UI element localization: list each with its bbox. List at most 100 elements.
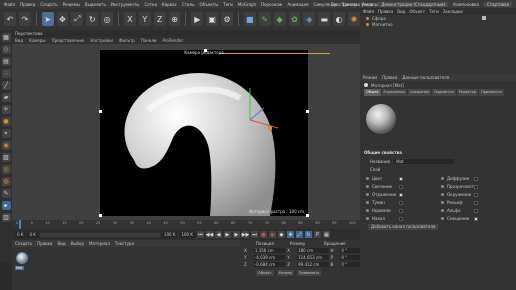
- tab-editor[interactable]: Редактор: [456, 89, 479, 96]
- anim-radio-icon[interactable]: [441, 201, 444, 204]
- solo-icon[interactable]: ●: [1, 117, 11, 126]
- light-icon[interactable]: ✺: [348, 12, 360, 26]
- menu-edit[interactable]: Правка: [20, 2, 35, 7]
- go-to-start-icon[interactable]: ⏮: [196, 231, 204, 238]
- object-row[interactable]: Магнитно: [360, 21, 516, 27]
- checkbox[interactable]: [474, 176, 478, 181]
- matmgr-menu-create[interactable]: Создать: [15, 241, 32, 246]
- max-frame-field[interactable]: 100 K: [179, 231, 195, 238]
- checkbox[interactable]: [474, 192, 478, 197]
- workplane-icon[interactable]: ◉: [1, 141, 11, 150]
- anim-radio-icon[interactable]: [441, 193, 444, 196]
- anim-radio-icon[interactable]: [441, 177, 444, 180]
- viewport-menu-filter[interactable]: Фильтр: [119, 38, 135, 43]
- scale-icon[interactable]: ⤢: [71, 12, 84, 26]
- tab-displacement[interactable]: Смещение: [407, 89, 432, 96]
- tab-basic[interactable]: Общее: [364, 89, 381, 96]
- objmgr-tab-bookmarks[interactable]: Закладки: [443, 9, 463, 14]
- menu-create[interactable]: Создать: [40, 2, 57, 7]
- polygons-mode-icon[interactable]: ▰: [1, 93, 11, 102]
- material-name[interactable]: Mat: [15, 266, 24, 270]
- current-frame-field[interactable]: 0 K: [15, 231, 26, 238]
- guides-icon[interactable]: ◎: [1, 165, 11, 174]
- channel-transparency[interactable]: Прозрачность: [441, 184, 516, 189]
- matmgr-menu-select[interactable]: Выбор: [71, 241, 84, 246]
- anim-radio-icon[interactable]: [441, 209, 444, 212]
- previous-key-icon[interactable]: ◀◀: [206, 231, 213, 238]
- size-z-field[interactable]: 99.412 cm: [297, 262, 329, 267]
- viewport-menu-options[interactable]: Настройки: [90, 38, 113, 43]
- channel-fog[interactable]: Туман: [366, 200, 441, 205]
- texture-mode-icon[interactable]: ▤: [1, 57, 11, 66]
- menu-select[interactable]: Выделить: [85, 2, 106, 7]
- objmgr-tab-file[interactable]: Файл: [363, 9, 374, 14]
- checkbox[interactable]: [399, 208, 403, 213]
- channel-reflectance[interactable]: Отражение: [366, 192, 441, 197]
- rotation-key-icon[interactable]: ↻: [304, 231, 312, 238]
- go-to-end-icon[interactable]: ⏭: [250, 231, 258, 238]
- autokey-icon[interactable]: ◉: [268, 231, 276, 238]
- menu-objects[interactable]: Объекты: [199, 2, 218, 7]
- floor-icon[interactable]: ▬: [318, 12, 331, 26]
- start-frame-field[interactable]: 0 K: [27, 231, 38, 238]
- viewport-menu-panel[interactable]: Панели: [141, 38, 157, 43]
- material-tag-icon[interactable]: [482, 16, 486, 20]
- viewport-solo-icon[interactable]: ▥: [1, 213, 11, 222]
- render-region-handle[interactable]: [99, 214, 102, 217]
- viewport-menu-prorender[interactable]: ProRender: [163, 38, 184, 43]
- checkbox[interactable]: [474, 200, 478, 205]
- end-frame-field[interactable]: 100 K: [161, 231, 178, 238]
- position-x-field[interactable]: 1.356 cm: [253, 248, 286, 253]
- channel-diffusion[interactable]: Диффузия: [441, 176, 516, 181]
- deformer-icon[interactable]: ◈: [303, 12, 316, 26]
- paint-icon[interactable]: ✎: [1, 189, 11, 198]
- matmgr-menu-material[interactable]: Материал: [89, 241, 110, 246]
- pen-icon[interactable]: ✎: [258, 12, 271, 26]
- channel-environment[interactable]: Окружение: [441, 192, 516, 197]
- next-key-icon[interactable]: ▶▶: [242, 231, 249, 238]
- channel-bump[interactable]: Рельеф: [441, 200, 516, 205]
- attr-menu-userdata[interactable]: Данные пользователя: [402, 75, 449, 80]
- checkbox[interactable]: [474, 216, 478, 221]
- channel-alpha[interactable]: Альфа: [441, 208, 516, 213]
- matmgr-menu-texture[interactable]: Текстура: [115, 241, 134, 246]
- anim-radio-icon[interactable]: [441, 185, 444, 188]
- menu-modes[interactable]: Режимы: [63, 2, 80, 7]
- checkbox[interactable]: [474, 184, 478, 189]
- rotate-icon[interactable]: ↻: [86, 12, 99, 26]
- apply-button[interactable]: Применить: [296, 270, 322, 276]
- bent-tube-object[interactable]: [100, 50, 308, 216]
- checkbox[interactable]: [399, 176, 403, 181]
- rotation-p-field[interactable]: 0 °: [340, 255, 360, 260]
- matmgr-menu-edit[interactable]: Правка: [37, 241, 52, 246]
- anim-radio-icon[interactable]: [366, 217, 369, 220]
- render-picture-viewer-icon[interactable]: ▣: [206, 12, 219, 26]
- menu-mograph[interactable]: MoGraph: [238, 2, 256, 7]
- menu-tools[interactable]: Инструменты: [111, 2, 140, 7]
- channel-normal[interactable]: Нормали: [366, 208, 441, 213]
- render-view-icon[interactable]: ▶: [191, 12, 204, 26]
- objmgr-tab-tags[interactable]: Теги: [429, 9, 439, 14]
- menu-animation[interactable]: Анимация: [287, 2, 308, 7]
- model-mode-icon[interactable]: ◇: [1, 45, 11, 54]
- viewport-menu-cameras[interactable]: Камеры: [29, 38, 45, 43]
- move-icon[interactable]: ✥: [56, 12, 69, 26]
- checkbox[interactable]: [474, 208, 478, 213]
- tab-reflectance[interactable]: Отражения: [381, 89, 407, 96]
- objmgr-tab-view[interactable]: Вид: [397, 9, 405, 14]
- record-icon[interactable]: ●: [259, 231, 267, 238]
- viewport-menu-view[interactable]: Вид: [15, 38, 23, 43]
- undo-icon[interactable]: ↶: [4, 12, 16, 26]
- anim-radio-icon[interactable]: [366, 201, 369, 204]
- checkbox[interactable]: [399, 216, 403, 221]
- position-y-field[interactable]: -4.039 cm: [253, 255, 286, 260]
- camera-icon[interactable]: ◐: [333, 12, 346, 26]
- x-axis-icon[interactable]: X: [123, 12, 136, 26]
- channel-glow[interactable]: Накал: [366, 216, 441, 221]
- z-axis-icon[interactable]: Z: [153, 12, 166, 26]
- next-frame-icon[interactable]: ▶: [232, 231, 240, 238]
- redo-icon[interactable]: ↷: [18, 12, 31, 26]
- add-custom-channel-button[interactable]: Добавить канал пользователя: [368, 224, 439, 230]
- viewport-canvas[interactable]: Камера редактора Интервал растра: 100 c…: [12, 44, 360, 220]
- previous-frame-icon[interactable]: ◀: [214, 231, 222, 238]
